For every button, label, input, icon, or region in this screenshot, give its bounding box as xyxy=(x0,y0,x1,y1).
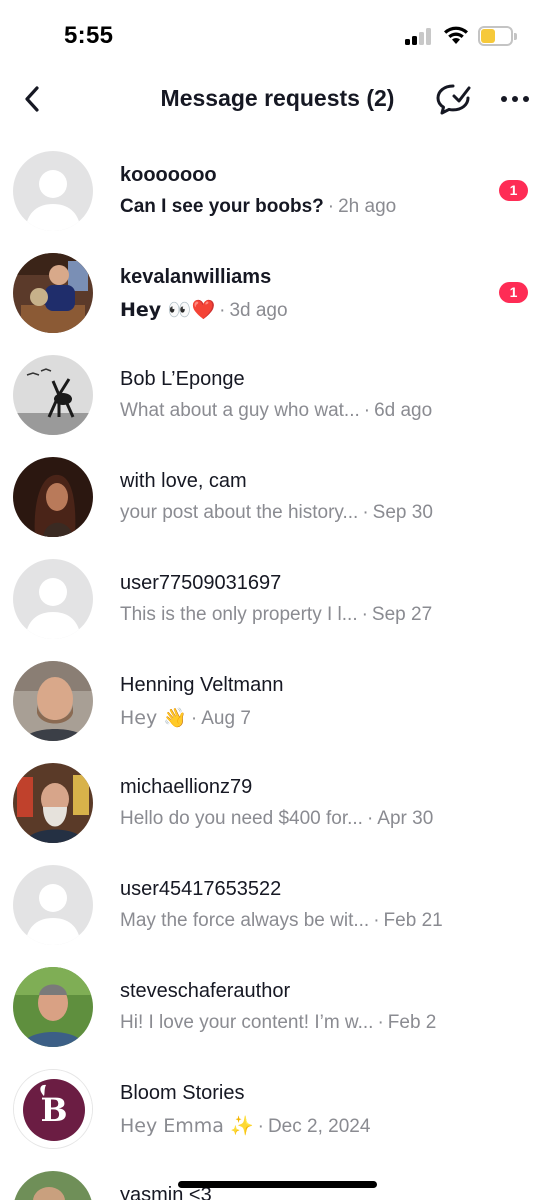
status-bar: 5:55 xyxy=(0,0,555,70)
photo-avatar[interactable] xyxy=(13,967,93,1047)
message-time: Feb 21 xyxy=(383,910,443,931)
photo-avatar[interactable] xyxy=(13,1171,93,1200)
default-avatar[interactable] xyxy=(13,151,93,231)
message-text: This is the only property I l... xyxy=(120,604,358,625)
sender-name: steveschaferauthor xyxy=(120,980,291,1002)
sender-name: user77509031697 xyxy=(120,572,282,594)
message-text: Hey 👀❤️ xyxy=(120,299,216,321)
message-request-row[interactable]: kooooooo Can I see your boobs? · 2h ago 1 xyxy=(0,138,555,240)
message-text: Hey 👋 xyxy=(120,707,187,729)
default-avatar[interactable] xyxy=(13,865,93,945)
mark-read-button[interactable] xyxy=(433,78,473,118)
sender-name: michaellionz79 xyxy=(120,776,253,798)
message-request-row[interactable]: Henning Veltmann Hey 👋 · Aug 7 xyxy=(0,648,555,750)
message-time: Feb 2 xyxy=(387,1012,437,1033)
sender-name: kevalanwilliams xyxy=(120,266,272,288)
default-avatar[interactable] xyxy=(13,559,93,639)
sender-name: Bob L’Eponge xyxy=(120,368,245,390)
message-request-row[interactable]: with love, cam your post about the histo… xyxy=(0,444,555,546)
message-request-row[interactable]: michaellionz79 Hello do you need $400 fo… xyxy=(0,750,555,852)
message-text: Hey Emma ✨ xyxy=(120,1115,254,1137)
sender-name: user45417653522 xyxy=(120,878,282,900)
photo-avatar[interactable] xyxy=(13,457,93,537)
unread-badge: 1 xyxy=(499,180,528,201)
message-time: Apr 30 xyxy=(377,808,434,829)
message-preview: your post about the history... · Sep 30 xyxy=(120,502,433,523)
unread-badge: 1 xyxy=(499,282,528,303)
photo-avatar[interactable] xyxy=(13,763,93,843)
message-text: May the force always be wit... xyxy=(120,910,370,931)
message-request-row[interactable]: Bob L’Eponge What about a guy who wat...… xyxy=(0,342,555,444)
message-preview: This is the only property I l... · Sep 27 xyxy=(120,604,433,625)
home-indicator[interactable] xyxy=(178,1181,377,1188)
more-options-button[interactable] xyxy=(497,87,533,111)
photo-avatar[interactable] xyxy=(13,253,93,333)
message-request-row[interactable]: user45417653522 May the force always be … xyxy=(0,852,555,954)
message-preview: What about a guy who wat... · 6d ago xyxy=(120,400,433,421)
message-time: Aug 7 xyxy=(201,708,251,729)
message-preview: May the force always be wit... · Feb 21 xyxy=(120,910,443,931)
chat-bubble-check-icon xyxy=(436,84,471,115)
message-request-row[interactable]: yasmin <3 xyxy=(0,1158,555,1200)
message-request-row[interactable]: steveschaferauthor Hi! I love your conte… xyxy=(0,954,555,1056)
message-preview: Hello do you need $400 for... · Apr 30 xyxy=(120,808,434,829)
message-preview: Can I see your boobs? · 2h ago xyxy=(120,196,397,217)
message-request-row[interactable]: kevalanwilliams Hey 👀❤️ · 3d ago 1 xyxy=(0,240,555,342)
message-text: your post about the history... xyxy=(120,502,359,523)
message-time: Sep 30 xyxy=(372,502,433,523)
status-time: 5:55 xyxy=(64,22,114,49)
message-preview: Hi! I love your content! I’m w... · Feb 2 xyxy=(120,1012,437,1033)
message-time: Dec 2, 2024 xyxy=(267,1116,371,1137)
message-text: Can I see your boobs? xyxy=(120,196,324,217)
logo-letter: B xyxy=(40,1091,68,1129)
message-request-row[interactable]: B Bloom Stories Hey Emma ✨ · Dec 2, 2024 xyxy=(0,1056,555,1158)
battery-icon xyxy=(478,26,517,46)
message-text: Hello do you need $400 for... xyxy=(120,808,363,829)
message-time: 6d ago xyxy=(374,400,433,421)
sender-name: Bloom Stories xyxy=(120,1082,245,1104)
wifi-icon xyxy=(443,25,469,50)
photo-avatar[interactable] xyxy=(13,661,93,741)
message-time: 2h ago xyxy=(338,196,397,217)
nav-header: Message requests (2) xyxy=(0,70,555,128)
sender-name: kooooooo xyxy=(120,164,217,186)
cellular-signal-icon xyxy=(405,27,435,45)
photo-avatar[interactable] xyxy=(13,355,93,435)
message-text: What about a guy who wat... xyxy=(120,400,360,421)
message-time: 3d ago xyxy=(229,300,288,321)
logo-avatar[interactable]: B xyxy=(13,1069,93,1149)
message-preview: Hey Emma ✨ · Dec 2, 2024 xyxy=(120,1115,371,1137)
sender-name: Henning Veltmann xyxy=(120,674,284,696)
message-preview: Hey 👀❤️ · 3d ago xyxy=(120,299,288,321)
message-time: Sep 27 xyxy=(371,604,433,625)
message-preview: Hey 👋 · Aug 7 xyxy=(120,707,251,729)
message-request-row[interactable]: user77509031697 This is the only propert… xyxy=(0,546,555,648)
sender-name: with love, cam xyxy=(120,470,247,492)
message-text: Hi! I love your content! I’m w... xyxy=(120,1012,374,1033)
